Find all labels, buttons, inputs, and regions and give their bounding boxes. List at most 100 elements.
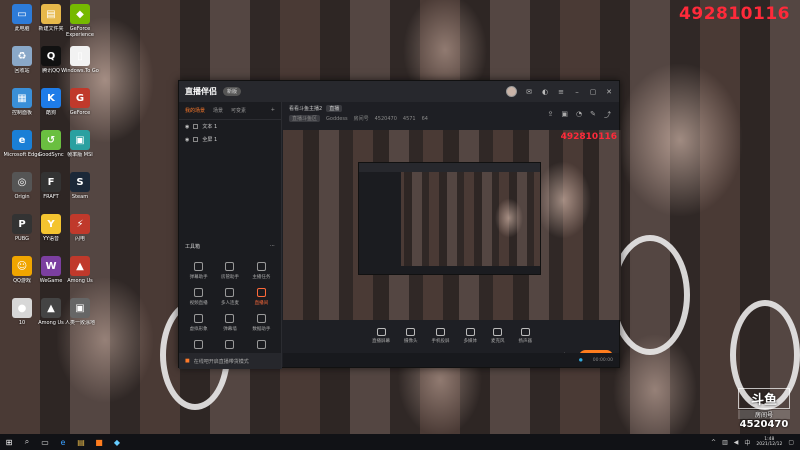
skin-icon[interactable]: ◐ (541, 88, 549, 96)
bell-icon[interactable]: ◔ (576, 110, 582, 120)
preview-room-number: 492810116 (560, 132, 617, 142)
menu-icon[interactable]: ≡ (557, 88, 565, 96)
user-avatar[interactable] (506, 86, 517, 97)
viewer-count: 64 (421, 115, 428, 122)
notice-bar[interactable]: ■ 在线吧开启直播带货模式 (179, 353, 281, 369)
version-badge[interactable]: 新版 (223, 87, 242, 96)
desktop-app-icon: ⚡ (70, 214, 90, 234)
desktop-icon-label: 人类一败涂地 (64, 320, 95, 326)
source-control-label: 麦克风 (491, 339, 505, 344)
source-control-icon (465, 328, 475, 336)
tray-up-icon[interactable]: ^ (711, 439, 716, 446)
app-window: 直播伴侣 新版 ✉ ◐ ≡ – ▢ ✕ 我的场景 场景 可变素 + ◉ 文本 1… (178, 80, 621, 369)
toolbox-item[interactable]: 房管助手 (214, 262, 245, 280)
explorer-taskbar-icon[interactable]: ▤ (72, 434, 90, 450)
tab-my-scenes[interactable]: 我的场景 (185, 107, 205, 114)
desktop-app-icon: ▣ (70, 298, 90, 318)
toolbox-item[interactable]: 多人连麦 (214, 288, 245, 306)
ime-icon[interactable]: 中 (744, 438, 750, 447)
source-control-button[interactable]: 手机投屏 (432, 328, 450, 344)
toolbox-grid: 弹幕助手 房管助手 主播任务视频直播 多人连麦 直播间虚拟形象 弹幕墙 数据助手 (183, 262, 277, 352)
tab-scenes[interactable]: 场景 (213, 107, 223, 114)
desktop-icon[interactable]: ⚡ 闪电 (59, 214, 101, 254)
desktop-app-icon: ▣ (70, 130, 90, 150)
desktop-icon[interactable]: ▯ Windows.To Go (59, 46, 101, 86)
desktop-icon[interactable]: S Steam (59, 172, 101, 212)
visibility-icon[interactable]: ◉ (185, 124, 189, 130)
add-scene-icon[interactable]: + (271, 107, 275, 114)
chat-icon[interactable]: ✎ (590, 110, 596, 120)
notification-icon[interactable]: ▢ (788, 439, 794, 446)
volume-icon[interactable]: ◀ (734, 439, 739, 446)
desktop-icon[interactable]: ◆ GeForce Experience (59, 4, 101, 44)
edge-taskbar-icon[interactable]: e (54, 434, 72, 450)
livestream-taskbar-icon[interactable]: ■ (90, 434, 108, 450)
toolbox-item[interactable]: 直播间 (246, 288, 277, 306)
stream-info: 看看斗鱼主播2 直播 直播斗鱼区 Goddess 房间号 4520470 457… (283, 102, 619, 128)
taskbar-clock[interactable]: 1:48 2021/12/12 (756, 437, 782, 447)
maximize-icon[interactable]: ▢ (589, 88, 597, 96)
source-control-label: 手机投屏 (431, 339, 450, 344)
toolbox-item[interactable] (246, 340, 277, 352)
windows-start-icon[interactable]: ⊞ (0, 434, 18, 450)
tool-label: 视频直播 (189, 301, 208, 306)
network-icon[interactable]: ▥ (722, 439, 728, 446)
toolbox-item[interactable] (183, 340, 214, 352)
nested-app-preview (358, 162, 541, 275)
scene-item[interactable]: ◉ 全屏 1 (179, 133, 281, 146)
search-icon[interactable]: ⌕ (18, 434, 36, 450)
live-status-icon: ● (578, 357, 583, 363)
desktop-app-icon: ▯ (70, 46, 90, 66)
toolbox-header: 工具箱 ⋯ (185, 243, 275, 250)
desktop-icon-label: Among Us (67, 278, 93, 284)
toolbox-item[interactable]: 数据助手 (246, 314, 277, 332)
source-control-button[interactable]: 摄像头 (404, 328, 418, 344)
toolbox-item[interactable]: 弹幕墙 (214, 314, 245, 332)
live-preview[interactable]: 492810116 (283, 130, 621, 320)
toolbox-item[interactable]: 虚拟形象 (183, 314, 214, 332)
toolbox-item[interactable]: 视频直播 (183, 288, 214, 306)
task-view-icon[interactable]: ▭ (36, 434, 54, 450)
desktop-icon[interactable]: ▲ Among Us (59, 256, 101, 296)
stream-title[interactable]: 看看斗鱼主播2 (289, 105, 322, 112)
desktop-icon[interactable]: ▣ 帧率版 MSI (59, 130, 101, 170)
visibility-icon[interactable]: ◉ (185, 137, 189, 143)
room-id: 4520470 (374, 115, 397, 122)
desktop-icon[interactable]: ▣ 人类一败涂地 (59, 298, 101, 338)
category-tag[interactable]: 直播斗鱼区 (289, 115, 321, 122)
share-link-icon[interactable]: ⤴ (604, 110, 611, 120)
source-control-button[interactable]: 扬声器 (519, 328, 532, 344)
source-control-button[interactable]: 直播屏幕 (372, 328, 390, 344)
source-control-button[interactable]: 麦克风 (491, 328, 505, 344)
status-time: 00:00:00 (592, 357, 613, 363)
status-bar: ● 00:00:00 (283, 353, 619, 367)
tool-label: 多人连麦 (220, 301, 239, 306)
desktop-app-icon: G (70, 88, 90, 108)
desktop-app-icon: ▲ (70, 256, 90, 276)
message-icon[interactable]: ✉ (525, 88, 533, 96)
app-taskbar-icon[interactable]: ◆ (108, 434, 126, 450)
source-control-icon (436, 328, 445, 336)
layout-icon[interactable]: ▣ (561, 110, 568, 120)
desktop-app-icon: ↺ (41, 130, 61, 150)
scene-item-label: 文本 1 (202, 124, 218, 130)
scene-item[interactable]: ◉ 文本 1 (179, 120, 281, 133)
close-icon[interactable]: ✕ (605, 88, 613, 96)
scene-tabs: 我的场景 场景 可变素 + (179, 102, 281, 120)
desktop-icon[interactable]: G GeForce (59, 88, 101, 128)
toolbox-item[interactable]: 弹幕助手 (183, 262, 214, 280)
tab-elements[interactable]: 可变素 (231, 107, 246, 114)
source-control-label: 摄像头 (404, 339, 418, 344)
toolbox-item[interactable]: 主播任务 (246, 262, 277, 280)
share-icon[interactable]: ⇪ (548, 110, 554, 120)
minimize-icon[interactable]: – (573, 88, 581, 96)
tool-label: 主播任务 (252, 275, 271, 280)
tool-label: 弹幕助手 (189, 275, 208, 280)
desktop-app-icon: e (12, 130, 32, 150)
toolbox-item[interactable] (214, 340, 245, 352)
desktop-app-icon: Q (41, 46, 61, 66)
toolbox-more-icon[interactable]: ⋯ (270, 243, 275, 250)
source-control-button[interactable]: 多媒体 (464, 328, 477, 344)
desktop-icon-label: 帧率版 MSI (67, 152, 93, 158)
tool-label: 直播间 (254, 301, 269, 306)
